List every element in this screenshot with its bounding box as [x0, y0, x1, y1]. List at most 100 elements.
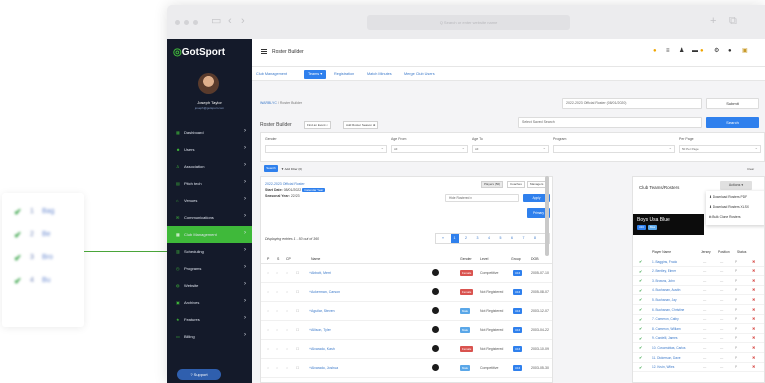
s-checkbox[interactable]: ○ — [276, 290, 278, 294]
column-header[interactable]: P — [267, 257, 269, 261]
players-tab[interactable]: Players (50) — [481, 181, 504, 188]
column-header[interactable]: Gender — [460, 257, 472, 261]
sidebar-item-dashboard[interactable]: ▦ Dashboard › — [167, 124, 252, 141]
p-checkbox[interactable]: ○ — [267, 290, 269, 294]
roster-row[interactable]: ✔ 5. Buchanan, Jay — — P ✖ — [633, 295, 764, 305]
roster-row[interactable]: ✔ 2. Bentley, Elmer — — P ✖ — [633, 267, 764, 277]
sidebar-item-venues[interactable]: ⌂ Venues › — [167, 192, 252, 209]
table-row[interactable]: ○ ○ ○ ☐ +Allison, Tyler Male Not Registered U16… — [261, 321, 552, 340]
s-checkbox[interactable]: ○ — [276, 309, 278, 313]
roster-player-name[interactable]: 3. Browns, John — [652, 279, 675, 283]
remove-icon[interactable]: ✖ — [752, 316, 755, 321]
tab-merge-club-users[interactable]: Merge Club Users — [404, 70, 435, 79]
gender-select[interactable] — [265, 145, 387, 153]
hide-rostered-select[interactable]: Hide Rostered ▾ — [445, 194, 519, 202]
filter-search-button[interactable]: Search — [264, 165, 278, 172]
roster-row[interactable]: ✔ 6. Buchanan, Christine — — P ✖ — [633, 305, 764, 315]
table-row[interactable]: ○ ○ ○ ☐ +Alvarado, Joshua Male Competitive U16 2… — [261, 359, 552, 378]
download-xlsx-item[interactable]: ⬇ Download Rosters XLSX — [709, 205, 749, 209]
player-link[interactable]: +Aguilar, Steven — [309, 309, 335, 313]
remove-icon[interactable]: ✖ — [752, 287, 755, 292]
window-close-dot[interactable] — [175, 20, 180, 25]
cp-checkbox[interactable]: ○ — [286, 309, 288, 313]
column-header[interactable]: S — [277, 257, 279, 261]
roster-row[interactable]: ✔ 8. Cameron, William — — P ✖ — [633, 324, 764, 334]
roster-player-name[interactable]: 7. Cameron, Cathy — [652, 317, 679, 321]
p-checkbox[interactable]: ○ — [267, 271, 269, 275]
page-button[interactable]: 3 — [474, 234, 482, 243]
support-button[interactable]: ? Support — [177, 369, 221, 380]
sidebar-item-programs[interactable]: ◷ Programs › — [167, 260, 252, 277]
download-pdf-item[interactable]: ⬇ Download Rosters PDF — [709, 195, 747, 199]
page-button[interactable]: 4 — [485, 234, 493, 243]
hamburger-icon[interactable] — [261, 49, 267, 54]
person-icon[interactable]: ♟ — [679, 48, 684, 55]
tab-teams[interactable]: Teams ▾ — [304, 70, 327, 79]
new-tab-icon[interactable]: + — [710, 14, 716, 28]
select-checkbox[interactable]: ☐ — [296, 366, 299, 370]
sidebar-item-association[interactable]: ♙ Association › — [167, 158, 252, 175]
roster-row[interactable]: ✔ 9. Cardelli, James — — P ✖ — [633, 334, 764, 344]
column-header[interactable]: DOB — [531, 257, 539, 261]
window-maximize-dot[interactable] — [193, 20, 198, 25]
coaches-tab[interactable]: Coaches — [507, 181, 525, 188]
p-checkbox[interactable]: ○ — [267, 309, 269, 313]
column-header[interactable]: Group — [511, 257, 521, 261]
remove-icon[interactable]: ✖ — [752, 345, 755, 350]
select-checkbox[interactable]: ☐ — [296, 347, 299, 351]
roster-row[interactable]: ✔ 10. Covarrubias, Carlos — — P ✖ — [633, 343, 764, 353]
menu-grid-icon[interactable]: ≡ — [666, 48, 670, 55]
cp-checkbox[interactable]: ○ — [286, 366, 288, 370]
tab-registration[interactable]: Registration — [334, 70, 354, 79]
select-checkbox[interactable]: ☐ — [296, 271, 299, 275]
page-button[interactable]: 6 — [508, 234, 516, 243]
per-page-select[interactable]: 50 Per Page — [679, 145, 761, 153]
add-filter-link[interactable]: ▼ Add Filter (0) — [281, 167, 302, 171]
saved-search-select[interactable]: Select Saved Search — [518, 117, 702, 128]
player-link[interactable]: +Ackerman, Carson — [309, 290, 340, 294]
settings-icon[interactable]: ⚙ — [714, 48, 719, 55]
s-checkbox[interactable]: ○ — [276, 366, 278, 370]
roster-player-name[interactable]: 5. Buchanan, Jay — [652, 298, 677, 302]
page-button[interactable]: 8 — [531, 234, 539, 243]
sidebar-item-pitch-tech[interactable]: ▤ Pitch tech › — [167, 175, 252, 192]
sidebar-item-features[interactable]: ★ Features › — [167, 311, 252, 328]
roster-row[interactable]: ✔ 4. Buchanan, Austin — — P ✖ — [633, 286, 764, 296]
find-event-button[interactable]: Find an Event ⌕ — [304, 121, 332, 129]
select-checkbox[interactable]: ☐ — [296, 309, 299, 313]
player-link[interactable]: +Allison, Tyler — [309, 328, 331, 332]
sidebar-item-scheduling[interactable]: ▥ Scheduling › — [167, 243, 252, 260]
tabs-overview-icon[interactable]: ⧉ — [729, 14, 737, 28]
cp-checkbox[interactable]: ○ — [286, 347, 288, 351]
sidebar-item-website[interactable]: ◍ Website › — [167, 277, 252, 294]
remove-icon[interactable]: ✖ — [752, 278, 755, 283]
age-to-select[interactable]: All — [472, 145, 549, 153]
managers-tab[interactable]: Managers — [527, 181, 547, 188]
sidebar-toggle-icon[interactable]: ▭ — [211, 14, 221, 28]
table-row[interactable]: ○ ○ ○ ☐ +Abbott, Merri Female Competitive U16 20… — [261, 264, 552, 283]
column-header[interactable]: Level — [480, 257, 488, 261]
address-bar[interactable]: Q Search or enter website name — [367, 15, 570, 30]
player-link[interactable]: +Alvarado, Kash — [309, 347, 335, 351]
back-icon[interactable]: ‹ — [228, 14, 232, 28]
actions-button[interactable]: Actions ▾ — [720, 181, 752, 190]
select-checkbox[interactable]: ☐ — [296, 328, 299, 332]
player-link[interactable]: +Alvarado, Joshua — [309, 366, 338, 370]
column-header[interactable]: CP — [286, 257, 291, 261]
roster-player-name[interactable]: 8. Cameron, William — [652, 327, 681, 331]
sidebar-item-communications[interactable]: ✉ Communications › — [167, 209, 252, 226]
roster-row[interactable]: ✔ 1. Baggins, Frodo — — P ✖ — [633, 257, 764, 267]
page-button[interactable]: « — [439, 234, 447, 243]
bulk-clone-item[interactable]: ⧉ Bulk Clone Rosters — [709, 215, 741, 219]
roster-row[interactable]: ✔ 11. Dickerson, Dave — — P ✖ — [633, 353, 764, 363]
remove-icon[interactable]: ✖ — [752, 355, 755, 360]
p-checkbox[interactable]: ○ — [267, 347, 269, 351]
roster-player-name[interactable]: 11. Dickerson, Dave — [652, 356, 680, 360]
table-row[interactable]: ○ ○ ○ ☐ +Alvarado, Kash Female Not Registered U… — [261, 340, 552, 359]
select-checkbox[interactable]: ☐ — [296, 290, 299, 294]
sidebar-item-club-management[interactable]: ▦ Club Management › — [167, 226, 252, 243]
sidebar-item-users[interactable]: ☻ Users › — [167, 141, 252, 158]
roster-row[interactable]: ✔ 3. Browns, John — — P ✖ — [633, 276, 764, 286]
s-checkbox[interactable]: ○ — [276, 347, 278, 351]
avatar[interactable] — [198, 73, 219, 94]
